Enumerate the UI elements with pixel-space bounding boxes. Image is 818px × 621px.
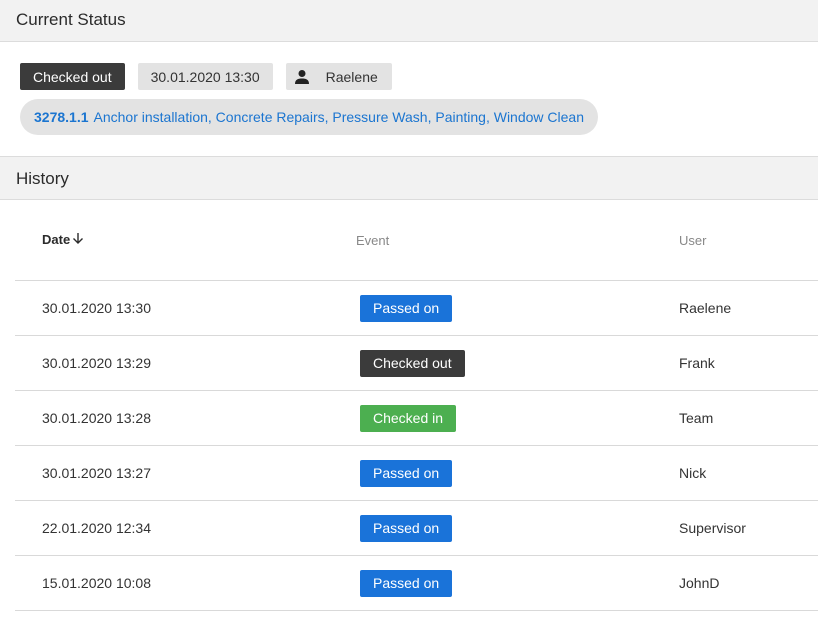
history-table: Date Event User 30.01.2020 13:30 Passed … [15,200,818,611]
row-date: 30.01.2020 13:30 [42,300,151,316]
job-code[interactable]: 3278.1.1 [34,109,89,125]
status-badge: Checked out [20,63,125,90]
table-row: 30.01.2020 13:28 Checked in Team [15,391,818,446]
column-header-user[interactable]: User [651,233,818,248]
status-user-chip: Raelene [285,63,392,90]
row-user: JohnD [679,575,720,591]
table-row: 15.01.2020 10:08 Passed on JohnD [15,556,818,611]
row-date: 22.01.2020 12:34 [42,520,151,536]
status-chips: Checked out 30.01.2020 13:30 Raelene [20,63,818,90]
column-header-event[interactable]: Event [329,233,651,248]
arrow-down-icon[interactable] [72,232,84,248]
column-header-date[interactable]: Date [15,232,329,249]
event-badge: Checked out [360,349,465,377]
table-header: Date Event User [15,200,818,281]
row-date: 15.01.2020 10:08 [42,575,151,591]
row-user: Team [679,410,714,426]
status-user-name: Raelene [325,68,378,85]
table-row: 30.01.2020 13:29 Checked out Frank [15,336,818,391]
table-row: 30.01.2020 13:27 Passed on Nick [15,446,818,501]
row-user: Frank [679,355,715,371]
job-description[interactable]: Anchor installation, Concrete Repairs, P… [94,109,585,125]
row-date: 30.01.2020 13:27 [42,465,151,481]
row-date: 30.01.2020 13:29 [42,355,151,371]
row-user: Supervisor [679,520,746,536]
event-badge: Passed on [360,514,453,542]
history-header: History [0,156,818,200]
table-row: 30.01.2020 13:30 Passed on Raelene [15,281,818,336]
row-date: 30.01.2020 13:28 [42,410,151,426]
table-row: 22.01.2020 12:34 Passed on Supervisor [15,501,818,556]
history-title: History [16,169,69,188]
column-header-date-label[interactable]: Date [42,232,70,247]
row-user: Raelene [679,300,732,316]
status-timestamp: 30.01.2020 13:30 [137,63,273,90]
event-badge: Passed on [360,294,453,322]
current-status-title: Current Status [16,10,126,29]
event-badge: Passed on [360,459,453,487]
event-badge: Passed on [360,569,453,597]
job-link[interactable]: 3278.1.1 Anchor installation, Concrete R… [20,99,598,135]
person-icon [294,69,310,85]
row-user: Nick [679,465,707,481]
event-badge: Checked in [360,404,457,432]
current-status-panel: Checked out 30.01.2020 13:30 Raelene 327… [0,42,818,156]
current-status-header: Current Status [0,0,818,42]
